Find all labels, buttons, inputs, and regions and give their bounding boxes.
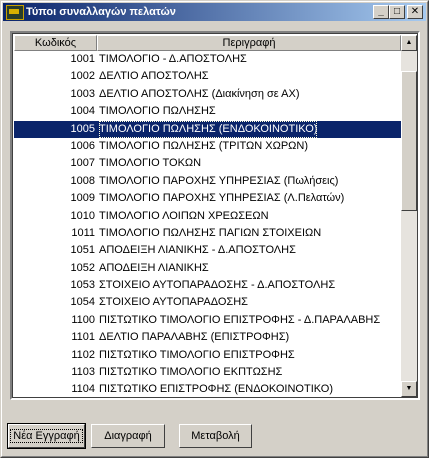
- item-description: ΔΕΛΤΙΟ ΑΠΟΣΤΟΛΗΣ: [99, 70, 209, 83]
- item-description: ΤΙΜΟΛΟΓΙΟ - Δ.ΑΠΟΣΤΟΛΗΣ: [99, 53, 247, 65]
- item-code: 1006: [70, 139, 95, 152]
- item-code: 1054: [70, 296, 95, 309]
- list-item[interactable]: 1102 ΠΙΣΤΩΤΙΚΟ ΤΙΜΟΛΟΓΙΟ ΕΠΙΣΤΡΟΦΗΣ: [14, 347, 401, 364]
- list-item[interactable]: 1053 ΣΤΟΙΧΕΙΟ ΑΥΤΟΠΑΡΑΔΟΣΗΣ - Δ.ΑΠΟΣΤΟΛΗΣ: [14, 277, 401, 294]
- item-description: ΔΕΛΤΙΟ ΠΑΡΑΛΑΒΗΣ (ΕΠΙΣΤΡΟΦΗΣ): [99, 331, 290, 344]
- item-description: ΤΙΜΟΛΟΓΙΟ ΤΟΚΩΝ: [99, 157, 202, 170]
- scroll-up-arrow-icon[interactable]: ▲: [401, 35, 417, 51]
- transaction-types-list[interactable]: Κωδικός Περιγραφή 1001 ΤΙΜΟΛΟΓΙΟ - Δ.ΑΠΟΣ…: [10, 31, 420, 400]
- list-header: Κωδικός Περιγραφή: [14, 35, 401, 51]
- vertical-scrollbar[interactable]: ▲ ▼: [401, 35, 417, 397]
- list-item[interactable]: 1004 ΤΙΜΟΛΟΓΙΟ ΠΩΛΗΣΗΣ: [14, 103, 401, 120]
- item-description: ΠΙΣΤΩΤΙΚΟ ΤΙΜΟΛΟΓΙΟ ΕΚΠΤΩΣΗΣ: [99, 366, 283, 379]
- item-code: 1002: [70, 70, 95, 83]
- scroll-down-arrow-icon[interactable]: ▼: [401, 381, 417, 397]
- title-bar[interactable]: Τύποι συναλλαγών πελατών _ □ ✕: [3, 3, 426, 21]
- edit-button[interactable]: Μεταβολή: [179, 424, 252, 448]
- column-header-description[interactable]: Περιγραφή: [97, 35, 401, 51]
- list-item[interactable]: 1003 ΔΕΛΤΙΟ ΑΠΟΣΤΟΛΗΣ (Διακίνηση σε ΑΧ): [14, 86, 401, 103]
- item-code: 1104: [71, 383, 95, 396]
- list-item[interactable]: 1009 ΤΙΜΟΛΟΓΙΟ ΠΑΡΟΧΗΣ ΥΠΗΡΕΣΙΑΣ (Λ.Πελατ…: [14, 190, 401, 207]
- item-description: ΠΙΣΤΩΤΙΚΟ ΕΠΙΣΤΡΟΦΗΣ (ΕΝΔΟΚΟΙΝΟΤΙΚΟ): [99, 383, 333, 396]
- list-item[interactable]: 1006 ΤΙΜΟΛΟΓΙΟ ΠΩΛΗΣΗΣ (ΤΡΙΤΩΝ ΧΩΡΩΝ): [14, 138, 401, 155]
- list-item[interactable]: 1101 ΔΕΛΤΙΟ ΠΑΡΑΛΑΒΗΣ (ΕΠΙΣΤΡΟΦΗΣ): [14, 329, 401, 346]
- list-item[interactable]: 1103 ΠΙΣΤΩΤΙΚΟ ΤΙΜΟΛΟΓΙΟ ΕΚΠΤΩΣΗΣ: [14, 364, 401, 381]
- list-item[interactable]: 1104 ΠΙΣΤΩΤΙΚΟ ΕΠΙΣΤΡΟΦΗΣ (ΕΝΔΟΚΟΙΝΟΤΙΚΟ): [14, 381, 401, 397]
- item-description: ΤΙΜΟΛΟΓΙΟ ΠΩΛΗΣΗΣ (ΕΝΔΟΚΟΙΝΟΤΙΚΟ): [99, 120, 318, 138]
- item-code: 1053: [70, 279, 95, 292]
- item-code: 1051: [70, 244, 95, 257]
- item-description: ΤΙΜΟΛΟΓΙΟ ΠΩΛΗΣΗΣ: [99, 105, 216, 118]
- item-code: 1005: [70, 122, 95, 135]
- new-record-label: Νέα Εγγραφή: [10, 429, 83, 443]
- list-item[interactable]: 1008 ΤΙΜΟΛΟΓΙΟ ΠΑΡΟΧΗΣ ΥΠΗΡΕΣΙΑΣ (Πωλήσει…: [14, 173, 401, 190]
- item-code: 1010: [70, 209, 95, 222]
- item-code: 1003: [70, 87, 95, 100]
- item-code: 1008: [70, 174, 95, 187]
- item-description: ΤΙΜΟΛΟΓΙΟ ΛΟΙΠΩΝ ΧΡΕΩΣΕΩΝ: [99, 209, 269, 222]
- list-item[interactable]: 1052 ΑΠΟΔΕΙΞΗ ΛΙΑΝΙΚΗΣ: [14, 260, 401, 277]
- scrollbar-thumb[interactable]: [401, 71, 417, 211]
- column-header-code[interactable]: Κωδικός: [14, 35, 97, 51]
- app-icon: [6, 5, 24, 20]
- item-description: ΤΙΜΟΛΟΓΙΟ ΠΑΡΟΧΗΣ ΥΠΗΡΕΣΙΑΣ (Λ.Πελατών): [99, 192, 345, 205]
- close-button[interactable]: ✕: [407, 5, 423, 19]
- list-body: 1001 ΤΙΜΟΛΟΓΙΟ - Δ.ΑΠΟΣΤΟΛΗΣ 1002 ΔΕΛΤΙΟ ΑΠ…: [14, 51, 401, 397]
- item-description: ΤΙΜΟΛΟΓΙΟ ΠΩΛΗΣΗΣ ΠΑΓΙΩΝ ΣΤΟΙΧΕΙΩΝ: [99, 226, 322, 239]
- window-title: Τύποι συναλλαγών πελατών: [26, 6, 176, 18]
- minimize-button[interactable]: _: [373, 5, 389, 19]
- item-code: 1103: [71, 366, 95, 379]
- list-item[interactable]: 1051 ΑΠΟΔΕΙΞΗ ΛΙΑΝΙΚΗΣ - Δ.ΑΠΟΣΤΟΛΗΣ: [14, 242, 401, 259]
- item-code: 1009: [70, 192, 95, 205]
- item-code: 1100: [71, 313, 95, 326]
- item-description: ΤΙΜΟΛΟΓΙΟ ΠΩΛΗΣΗΣ (ΤΡΙΤΩΝ ΧΩΡΩΝ): [99, 139, 308, 152]
- list-item[interactable]: 1100 ΠΙΣΤΩΤΙΚΟ ΤΙΜΟΛΟΓΙΟ ΕΠΙΣΤΡΟΦΗΣ - Δ.Π…: [14, 312, 401, 329]
- list-item[interactable]: 1054 ΣΤΟΙΧΕΙΟ ΑΥΤΟΠΑΡΑΔΟΣΗΣ: [14, 294, 401, 311]
- item-code: 1052: [70, 261, 95, 274]
- list-item[interactable]: 1010 ΤΙΜΟΛΟΓΙΟ ΛΟΙΠΩΝ ΧΡΕΩΣΕΩΝ: [14, 208, 401, 225]
- dialog-window: Τύποι συναλλαγών πελατών _ □ ✕ Κωδικός Π…: [0, 0, 429, 458]
- item-code: 1011: [71, 226, 95, 239]
- item-description: ΠΙΣΤΩΤΙΚΟ ΤΙΜΟΛΟΓΙΟ ΕΠΙΣΤΡΟΦΗΣ - Δ.ΠΑΡΑΛ…: [99, 313, 381, 326]
- list-item[interactable]: 1011 ΤΙΜΟΛΟΓΙΟ ΠΩΛΗΣΗΣ ΠΑΓΙΩΝ ΣΤΟΙΧΕΙΩΝ: [14, 225, 401, 242]
- list-item[interactable]: 1001 ΤΙΜΟΛΟΓΙΟ - Δ.ΑΠΟΣΤΟΛΗΣ: [14, 51, 401, 68]
- item-description: ΤΙΜΟΛΟΓΙΟ ΠΑΡΟΧΗΣ ΥΠΗΡΕΣΙΑΣ (Πωλήσεις): [99, 174, 339, 187]
- delete-button[interactable]: Διαγραφή: [91, 424, 165, 448]
- item-description: ΣΤΟΙΧΕΙΟ ΑΥΤΟΠΑΡΑΔΟΣΗΣ - Δ.ΑΠΟΣΤΟΛΗΣ: [99, 279, 336, 292]
- list-item[interactable]: 1007 ΤΙΜΟΛΟΓΙΟ ΤΟΚΩΝ: [14, 155, 401, 172]
- item-code: 1007: [70, 157, 95, 170]
- item-description: ΔΕΛΤΙΟ ΑΠΟΣΤΟΛΗΣ (Διακίνηση σε ΑΧ): [99, 87, 300, 100]
- list-item[interactable]: 1002 ΔΕΛΤΙΟ ΑΠΟΣΤΟΛΗΣ: [14, 68, 401, 85]
- item-code: 1001: [70, 53, 95, 65]
- maximize-button[interactable]: □: [389, 5, 405, 19]
- item-description: ΑΠΟΔΕΙΞΗ ΛΙΑΝΙΚΗΣ: [99, 261, 209, 274]
- item-code: 1101: [71, 331, 95, 344]
- item-description: ΣΤΟΙΧΕΙΟ ΑΥΤΟΠΑΡΑΔΟΣΗΣ: [99, 296, 248, 309]
- new-record-button[interactable]: Νέα Εγγραφή: [7, 423, 86, 449]
- item-code: 1004: [70, 105, 95, 118]
- item-description: ΠΙΣΤΩΤΙΚΟ ΤΙΜΟΛΟΓΙΟ ΕΠΙΣΤΡΟΦΗΣ: [99, 348, 295, 361]
- item-description: ΑΠΟΔΕΙΞΗ ΛΙΑΝΙΚΗΣ - Δ.ΑΠΟΣΤΟΛΗΣ: [99, 244, 296, 257]
- item-code: 1102: [71, 348, 95, 361]
- list-item[interactable]: 1005 ΤΙΜΟΛΟΓΙΟ ΠΩΛΗΣΗΣ (ΕΝΔΟΚΟΙΝΟΤΙΚΟ): [14, 120, 401, 138]
